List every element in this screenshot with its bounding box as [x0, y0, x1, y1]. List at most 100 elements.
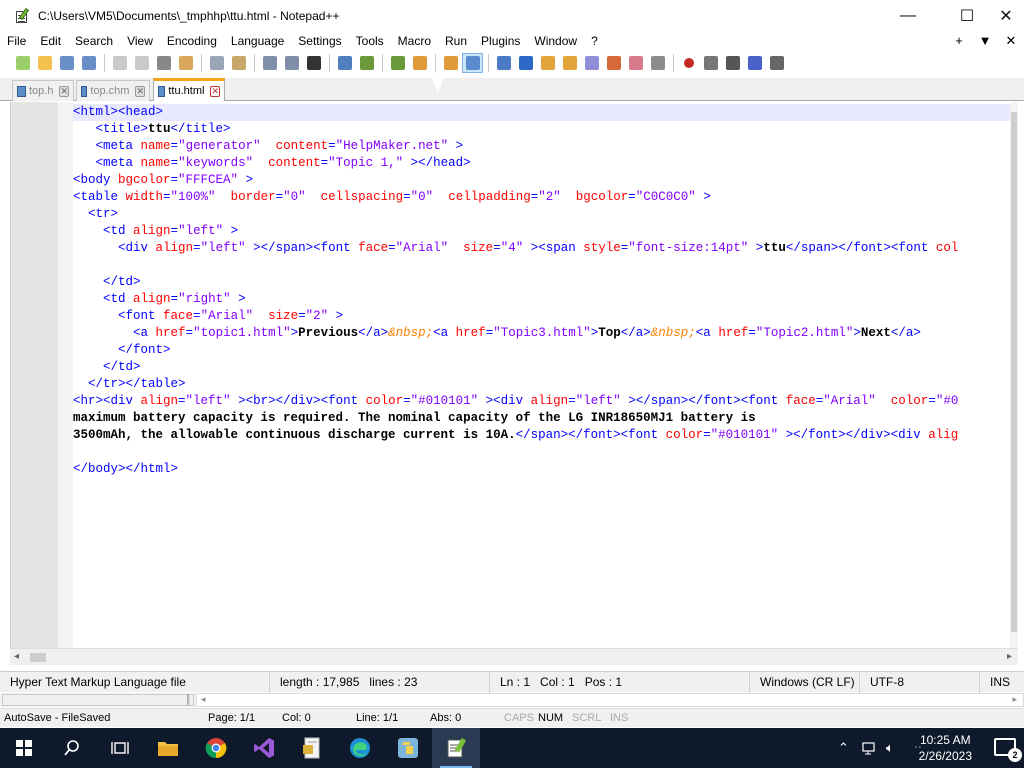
tab-list-dropdown[interactable]: ▼ — [972, 31, 998, 51]
replace-button[interactable] — [334, 53, 355, 73]
save-macro-button[interactable] — [766, 53, 787, 73]
network-icon[interactable] — [862, 728, 878, 768]
code-line[interactable]: 5<body bgcolor="FFFCEA" > — [73, 172, 1012, 189]
code-line[interactable]: 13 <font face="Arial" size="2" > — [73, 308, 1012, 325]
zoom-out-button[interactable] — [387, 53, 408, 73]
menu-settings[interactable]: Settings — [291, 31, 348, 51]
sync-horizontal-button[interactable] — [440, 53, 461, 73]
close-document-button[interactable]: ✕ — [998, 31, 1024, 51]
cut-button[interactable] — [175, 53, 196, 73]
paste-button[interactable] — [228, 53, 249, 73]
chrome-button[interactable] — [192, 728, 240, 768]
function-list-button[interactable] — [603, 53, 624, 73]
plugin-horizontal-scrollbar[interactable]: ◂ ▸ — [196, 693, 1024, 707]
code-line[interactable]: 3 <meta name="generator" content="HelpMa… — [73, 138, 1012, 155]
indent-guide-button[interactable] — [515, 53, 536, 73]
code-line[interactable]: 23 — [73, 478, 1012, 495]
copy-button[interactable] — [206, 53, 227, 73]
doc-list-button[interactable] — [581, 53, 602, 73]
menu-language[interactable]: Language — [224, 31, 291, 51]
undo-button[interactable] — [259, 53, 280, 73]
scroll-right-icon[interactable]: ▸ — [1012, 694, 1017, 705]
close-button[interactable] — [109, 53, 130, 73]
close-window-button[interactable]: ✕ — [988, 0, 1024, 31]
menu-run[interactable]: Run — [438, 31, 474, 51]
code-line[interactable]: 11 </td> — [73, 274, 1012, 291]
sync-vertical-button[interactable] — [409, 53, 430, 73]
redo-button[interactable] — [281, 53, 302, 73]
menu-help[interactable]: ? — [584, 31, 605, 51]
status-encoding[interactable]: UTF-8 — [860, 672, 980, 693]
code-line[interactable]: 22</body></html> — [73, 461, 1012, 478]
scroll-left-icon[interactable]: ◂ — [201, 694, 206, 705]
minimize-button[interactable]: — — [885, 0, 931, 31]
notification-center-icon[interactable]: 2 — [994, 738, 1022, 762]
scroll-right-icon[interactable]: ▸ — [1007, 651, 1012, 662]
code-area[interactable]: 1<html><head>2 <title>ttu</title>3 <meta… — [73, 104, 1012, 495]
horizontal-scrollbar[interactable]: ◂ ▸ — [10, 648, 1018, 665]
close-tab-icon[interactable]: ✕ — [135, 85, 145, 97]
run-macro-multiple-button[interactable] — [744, 53, 765, 73]
volume-icon[interactable]: 🔈︎ — [886, 728, 894, 768]
code-line[interactable]: 6<table width="100%" border="0" cellspac… — [73, 189, 1012, 206]
code-line[interactable]: 4 <meta name="keywords" content="Topic 1… — [73, 155, 1012, 172]
fold-margin[interactable] — [58, 102, 73, 648]
code-line[interactable]: 10 — [73, 257, 1012, 274]
notepadpp-button[interactable] — [432, 728, 480, 768]
code-line[interactable]: 15 </font> — [73, 342, 1012, 359]
menu-view[interactable]: View — [120, 31, 160, 51]
menu-tools[interactable]: Tools — [349, 31, 391, 51]
code-line[interactable]: 18<hr><div align="left" ><br></div><font… — [73, 393, 1012, 410]
plugin-panel-handle[interactable]: ║ — [2, 694, 194, 706]
code-line[interactable]: 12 <td align="right" > — [73, 291, 1012, 308]
code-line[interactable]: 2 <title>ttu</title> — [73, 121, 1012, 138]
new-tab-button[interactable]: + — [946, 31, 972, 51]
clock[interactable]: 10:25 AM 2/26/2023 — [919, 732, 972, 764]
code-line[interactable]: 16 </td> — [73, 359, 1012, 376]
code-line[interactable]: 17 </tr></table> — [73, 376, 1012, 393]
menu-search[interactable]: Search — [68, 31, 120, 51]
scroll-thumb[interactable] — [1011, 112, 1017, 632]
code-line[interactable]: 1<html><head> — [73, 104, 1012, 121]
menu-macro[interactable]: Macro — [391, 31, 438, 51]
close-all-button[interactable] — [131, 53, 152, 73]
document-app-button[interactable] — [288, 728, 336, 768]
play-macro-button[interactable] — [722, 53, 743, 73]
resize-grip-icon[interactable]: ║ — [185, 694, 191, 704]
menu-encoding[interactable]: Encoding — [160, 31, 224, 51]
word-wrap-button[interactable] — [462, 53, 483, 73]
tab-top-h[interactable]: top.h ✕ — [12, 80, 74, 101]
code-line[interactable]: 14 <a href="topic1.html">Previous</a>&nb… — [73, 325, 1012, 342]
show-hidden-icons-icon[interactable]: ⌃ — [838, 728, 849, 768]
python-app-button[interactable] — [384, 728, 432, 768]
scroll-thumb[interactable] — [30, 653, 46, 662]
search-button[interactable] — [48, 728, 96, 768]
close-tab-icon[interactable]: ✕ — [210, 85, 220, 97]
close-tab-icon[interactable]: ✕ — [59, 85, 69, 97]
save-button[interactable] — [56, 53, 77, 73]
file-explorer-button[interactable] — [144, 728, 192, 768]
code-line[interactable]: 7 <tr> — [73, 206, 1012, 223]
zoom-in-button[interactable] — [356, 53, 377, 73]
code-line[interactable]: 21 — [73, 444, 1012, 461]
show-all-chars-button[interactable] — [493, 53, 514, 73]
find-button[interactable] — [303, 53, 324, 73]
code-line[interactable]: 9 <div align="left" ></span><font face="… — [73, 240, 1012, 257]
menu-file[interactable]: File — [0, 31, 33, 51]
monitoring-button[interactable] — [647, 53, 668, 73]
stop-macro-button[interactable] — [700, 53, 721, 73]
code-line[interactable]: 8 <td align="left" > — [73, 223, 1012, 240]
scroll-left-icon[interactable]: ◂ — [14, 651, 19, 662]
maximize-button[interactable]: ☐ — [944, 0, 990, 31]
menu-edit[interactable]: Edit — [33, 31, 68, 51]
tab-ttu-html[interactable]: ttu.html ✕ — [153, 78, 225, 101]
visual-studio-button[interactable] — [240, 728, 288, 768]
doc-map-button[interactable] — [559, 53, 580, 73]
vertical-scrollbar[interactable] — [1010, 102, 1018, 648]
start-button[interactable] — [0, 728, 48, 768]
save-all-button[interactable] — [78, 53, 99, 73]
record-macro-button[interactable] — [678, 53, 699, 73]
task-view-button[interactable] — [96, 728, 144, 768]
folder-workspace-button[interactable] — [625, 53, 646, 73]
code-line[interactable]: 203500mAh, the allowable continuous disc… — [73, 427, 1012, 444]
